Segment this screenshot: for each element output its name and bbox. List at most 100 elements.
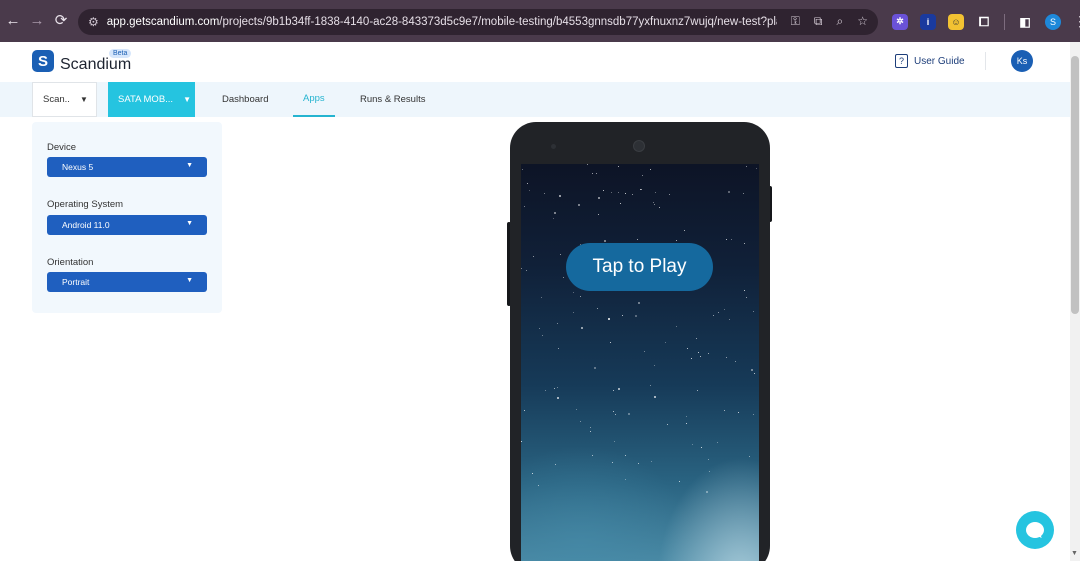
- browser-menu-icon[interactable]: ⋮: [1073, 13, 1080, 30]
- star: [618, 166, 619, 167]
- address-bar[interactable]: ⚙ app.getscandium.com/projects/9b1b34ff-…: [78, 9, 878, 35]
- nav-link-dashboard[interactable]: Dashboard: [222, 82, 268, 117]
- star: [744, 243, 745, 244]
- star: [557, 387, 558, 388]
- bookmark-star-icon[interactable]: ☆: [857, 14, 868, 29]
- star: [635, 315, 637, 317]
- star: [587, 164, 588, 165]
- star: [622, 315, 623, 316]
- star: [753, 414, 754, 415]
- project-select-value: Scan..: [43, 94, 70, 105]
- star: [637, 239, 638, 240]
- star: [557, 323, 558, 324]
- star: [743, 193, 744, 194]
- extension-gear-icon[interactable]: ✲: [892, 13, 908, 30]
- star: [638, 463, 639, 464]
- url-text: app.getscandium.com/projects/9b1b34ff-18…: [107, 16, 777, 28]
- star: [590, 427, 591, 428]
- star: [684, 230, 685, 231]
- star: [592, 455, 593, 456]
- os-select[interactable]: Android 11.0 ▼: [47, 215, 207, 235]
- browser-toolbar: ← → ⟳ ⚙ app.getscandium.com/projects/9b1…: [0, 0, 1080, 42]
- brand-name: Scandium: [60, 56, 132, 73]
- star: [713, 315, 714, 316]
- zoom-icon[interactable]: ⌕: [837, 14, 844, 29]
- star: [700, 356, 701, 357]
- star: [708, 353, 709, 354]
- star: [746, 166, 747, 167]
- star: [580, 296, 581, 297]
- device-screen[interactable]: [521, 164, 759, 561]
- star: [641, 189, 642, 190]
- star: [608, 318, 610, 320]
- star: [718, 312, 719, 313]
- star: [596, 173, 597, 174]
- star: [698, 352, 699, 353]
- forward-arrow-icon[interactable]: →: [24, 12, 50, 29]
- star: [581, 327, 583, 329]
- browser-profile-avatar[interactable]: S: [1045, 13, 1061, 30]
- star: [654, 204, 655, 205]
- chat-widget-button[interactable]: [1016, 511, 1054, 549]
- password-key-icon[interactable]: ⚿: [791, 14, 800, 29]
- install-app-icon[interactable]: ⧉: [814, 14, 823, 29]
- star: [692, 444, 693, 445]
- os-label: Operating System: [47, 199, 124, 210]
- chat-icon: [1026, 522, 1044, 538]
- star: [611, 192, 612, 193]
- star: [655, 192, 656, 193]
- star: [735, 361, 736, 362]
- star: [729, 319, 730, 320]
- device-select[interactable]: Nexus 5 ▼: [47, 157, 207, 177]
- nav-link-apps[interactable]: Apps: [293, 82, 335, 117]
- star: [618, 388, 620, 390]
- orientation-select[interactable]: Portrait ▼: [47, 272, 207, 292]
- star: [709, 471, 710, 472]
- project-select[interactable]: Scan.. ▼: [32, 82, 97, 117]
- star: [706, 491, 708, 493]
- star: [669, 194, 670, 195]
- star: [545, 390, 546, 391]
- tap-to-play-button[interactable]: Tap to Play: [566, 243, 713, 291]
- caret-down-icon: ▼: [79, 95, 88, 104]
- app-header: S Scandium Beta ? User Guide Ks: [0, 42, 1070, 82]
- star: [717, 442, 718, 443]
- caret-down-icon: ▼: [183, 95, 191, 104]
- back-arrow-icon[interactable]: ←: [0, 12, 26, 29]
- star: [597, 308, 598, 309]
- reload-icon[interactable]: ⟳: [48, 11, 74, 29]
- star: [746, 297, 747, 298]
- user-avatar[interactable]: Ks: [1011, 50, 1033, 72]
- star: [615, 414, 616, 415]
- side-panel-icon[interactable]: ◧: [1017, 14, 1033, 30]
- star: [590, 431, 591, 432]
- star: [738, 412, 739, 413]
- beta-badge: Beta: [109, 49, 132, 58]
- scrollbar-thumb[interactable]: [1071, 56, 1079, 314]
- star: [696, 338, 697, 339]
- extension-shield-icon[interactable]: i: [920, 13, 936, 30]
- star: [686, 423, 687, 424]
- star: [751, 369, 753, 371]
- star: [676, 326, 677, 327]
- extension-emoji-icon[interactable]: ☺: [948, 13, 964, 30]
- star: [578, 204, 580, 206]
- user-guide-link[interactable]: ? User Guide: [895, 54, 965, 68]
- scroll-down-arrow-icon[interactable]: ▼: [1071, 550, 1078, 557]
- star: [560, 254, 561, 255]
- app-navbar: Scan.. ▼ SATA MOB... ▼ Dashboard Apps Ru…: [0, 82, 1070, 117]
- star: [533, 256, 534, 257]
- star: [625, 479, 626, 480]
- nav-link-runs-results[interactable]: Runs & Results: [360, 82, 425, 117]
- app-select[interactable]: SATA MOB... ▼: [108, 82, 195, 117]
- caret-down-icon: ▼: [186, 162, 193, 169]
- star: [524, 410, 525, 411]
- star: [628, 413, 630, 415]
- star: [726, 239, 727, 240]
- site-settings-icon[interactable]: ⚙: [88, 15, 99, 29]
- star: [554, 388, 555, 389]
- star: [708, 459, 709, 460]
- header-divider: [985, 52, 986, 70]
- star: [612, 462, 613, 463]
- extensions-puzzle-icon[interactable]: ⧠: [976, 14, 992, 30]
